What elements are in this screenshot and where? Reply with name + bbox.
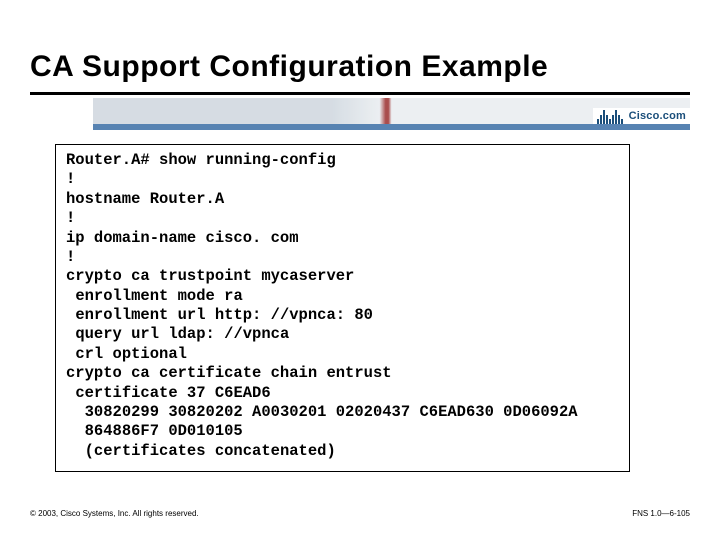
slide: CA Support Configuration Example Cisco.c… <box>0 0 720 540</box>
footer-copyright: © 2003, Cisco Systems, Inc. All rights r… <box>30 509 199 518</box>
cisco-bars-icon <box>597 108 623 124</box>
logo-text: Cisco.com <box>629 110 686 122</box>
page-title: CA Support Configuration Example <box>30 50 548 84</box>
title-underline <box>30 92 690 95</box>
footer-slide-number: FNS 1.0—6-105 <box>632 509 690 518</box>
cisco-logo: Cisco.com <box>593 108 690 124</box>
config-code-block: Router.A# show running-config ! hostname… <box>55 144 630 472</box>
